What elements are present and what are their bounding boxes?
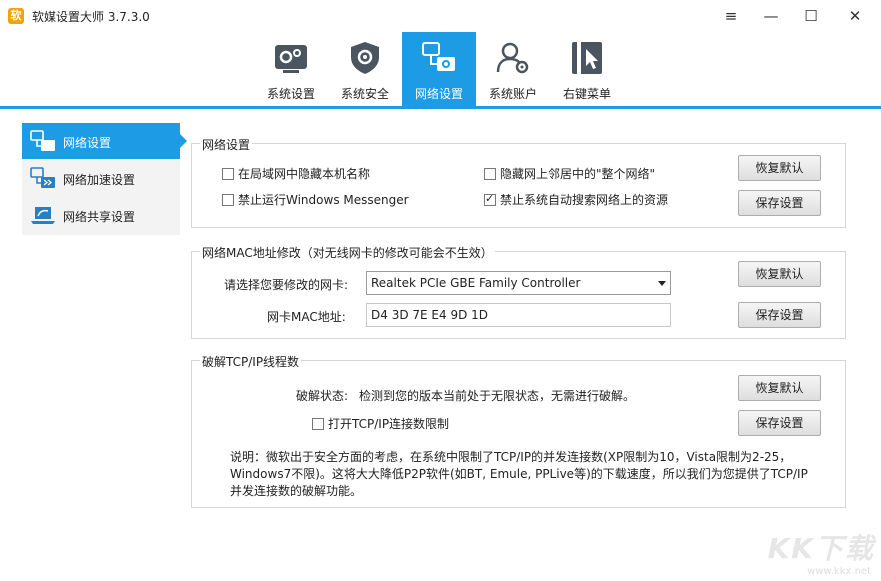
hide-entire-network-checkbox[interactable]: 隐藏网上邻居中的"整个网络" (484, 165, 655, 182)
enable-tcpip-limit-checkbox[interactable]: 打开TCP/IP连接数限制 (312, 415, 449, 432)
user-account-icon (496, 42, 529, 74)
tab-context-menu[interactable]: 右键菜单 (550, 32, 624, 106)
tab-label: 系统账户 (488, 87, 537, 101)
network-settings-icon (422, 42, 455, 71)
close-button[interactable]: ✕ (835, 0, 875, 32)
tcpip-group: 破解TCP/IP线程数 破解状态: 检测到您的版本当前处于无限状态，无需进行破解… (191, 353, 846, 508)
content-area: 网络设置 网络加速设置 网络共享设置 网络设置 在局域网中隐藏本机名称 隐藏网上… (0, 109, 881, 581)
hide-computer-name-checkbox[interactable]: 在局域网中隐藏本机名称 (222, 165, 370, 182)
tab-label: 网络设置 (414, 87, 463, 101)
minimize-button[interactable]: — (751, 0, 791, 32)
network-settings-group: 网络设置 在局域网中隐藏本机名称 隐藏网上邻居中的"整个网络" 禁止运行Wind… (191, 136, 846, 228)
maximize-button[interactable]: ☐ (791, 0, 831, 32)
tab-label: 系统设置 (266, 87, 315, 101)
context-menu-icon (572, 42, 602, 74)
group-title: 破解TCP/IP线程数 (200, 353, 302, 370)
mac-address-label: 网卡MAC地址: (267, 310, 346, 324)
chevron-down-icon[interactable] (658, 281, 666, 286)
group-title: 网络设置 (200, 136, 253, 153)
sidebar-item-label: 网络加速设置 (63, 173, 136, 187)
sidebar-item-network-acceleration[interactable]: 网络加速设置 (22, 160, 180, 196)
checkbox-label: 隐藏网上邻居中的"整个网络" (500, 167, 656, 181)
checkbox-label: 禁止系统自动搜索网络上的资源 (500, 193, 669, 207)
tab-label: 右键菜单 (562, 87, 611, 101)
network-acceleration-icon (30, 167, 55, 188)
sidebar-item-network-settings[interactable]: 网络设置 (22, 123, 187, 159)
checkbox-box[interactable] (312, 417, 324, 430)
checkbox-box-checked[interactable] (484, 192, 496, 206)
watermark-url: www.kkx.net (807, 566, 871, 577)
app-logo-icon: 软 (8, 8, 24, 24)
window-title: 软媒设置大师 3.7.3.0 (32, 10, 150, 24)
checkbox-label: 打开TCP/IP连接数限制 (328, 417, 450, 431)
adapter-select[interactable]: Realtek PCIe GBE Family Controller (366, 271, 671, 295)
save-settings-button[interactable]: 保存设置 (738, 302, 821, 328)
save-settings-button[interactable]: 保存设置 (738, 190, 821, 216)
title-bar: 软 软媒设置大师 3.7.3.0 ≡ — ☐ ✕ (0, 0, 881, 32)
adapter-select-value: Realtek PCIe GBE Family Controller (371, 276, 581, 290)
mac-address-input[interactable]: D4 3D 7E E4 9D 1D (366, 303, 671, 327)
restore-default-button[interactable]: 恢复默认 (738, 375, 821, 401)
disable-messenger-checkbox[interactable]: 禁止运行Windows Messenger (222, 191, 409, 208)
description-line: Windows7不限)。这将大大降低P2P软件(如BT, Emule, PPLi… (230, 467, 808, 481)
sidebar-item-label: 网络设置 (63, 136, 112, 150)
laptop-share-icon (31, 207, 55, 224)
mac-address-group: 网络MAC地址修改（对无线网卡的修改可能会不生效） 请选择您要修改的网卡: Re… (191, 244, 846, 339)
description-line: 说明：微软出于安全方面的考虑，在系统中限制了TCP/IP的并发连接数(XP限制为… (230, 450, 792, 464)
tab-network-settings[interactable]: 网络设置 (402, 32, 476, 106)
restore-default-button[interactable]: 恢复默认 (738, 261, 821, 287)
sidebar-item-network-sharing[interactable]: 网络共享设置 (22, 197, 180, 233)
description-line: 并发连接数的破解功能。 (230, 484, 363, 498)
checkbox-label: 在局域网中隐藏本机名称 (238, 167, 371, 181)
tab-system-security[interactable]: 系统安全 (328, 32, 402, 106)
tab-system-settings[interactable]: 系统设置 (254, 32, 328, 106)
sidebar-item-label: 网络共享设置 (63, 210, 136, 224)
shield-icon (351, 42, 379, 74)
restore-default-button[interactable]: 恢复默认 (738, 155, 821, 181)
network-settings-icon (30, 130, 55, 151)
adapter-label: 请选择您要修改的网卡: (224, 278, 349, 292)
checkbox-box[interactable] (222, 193, 234, 206)
description-text: 说明：微软出于安全方面的考虑，在系统中限制了TCP/IP的并发连接数(XP限制为… (230, 449, 830, 500)
tab-system-accounts[interactable]: 系统账户 (476, 32, 550, 106)
main-toolbar: 系统设置 系统安全 网络设置 系统账户 右键菜单 (0, 32, 881, 106)
group-title: 网络MAC地址修改（对无线网卡的修改可能会不生效） (200, 244, 495, 261)
watermark-logo: KK下载 (767, 532, 875, 565)
crack-status-value: 检测到您的版本当前处于无限状态，无需进行破解。 (359, 389, 636, 403)
crack-status-label: 破解状态: (296, 389, 349, 403)
disable-auto-search-checkbox[interactable]: 禁止系统自动搜索网络上的资源 (484, 191, 668, 208)
tab-label: 系统安全 (340, 87, 389, 101)
checkbox-box[interactable] (222, 167, 234, 180)
menu-icon[interactable]: ≡ (711, 0, 751, 32)
sidebar: 网络设置 网络加速设置 网络共享设置 (22, 123, 187, 235)
checkbox-label: 禁止运行Windows Messenger (238, 193, 409, 207)
save-settings-button[interactable]: 保存设置 (738, 410, 821, 436)
watermark: KK下载 www.kkx.net (755, 527, 875, 577)
system-settings-icon (275, 45, 307, 73)
checkbox-box[interactable] (484, 167, 496, 180)
